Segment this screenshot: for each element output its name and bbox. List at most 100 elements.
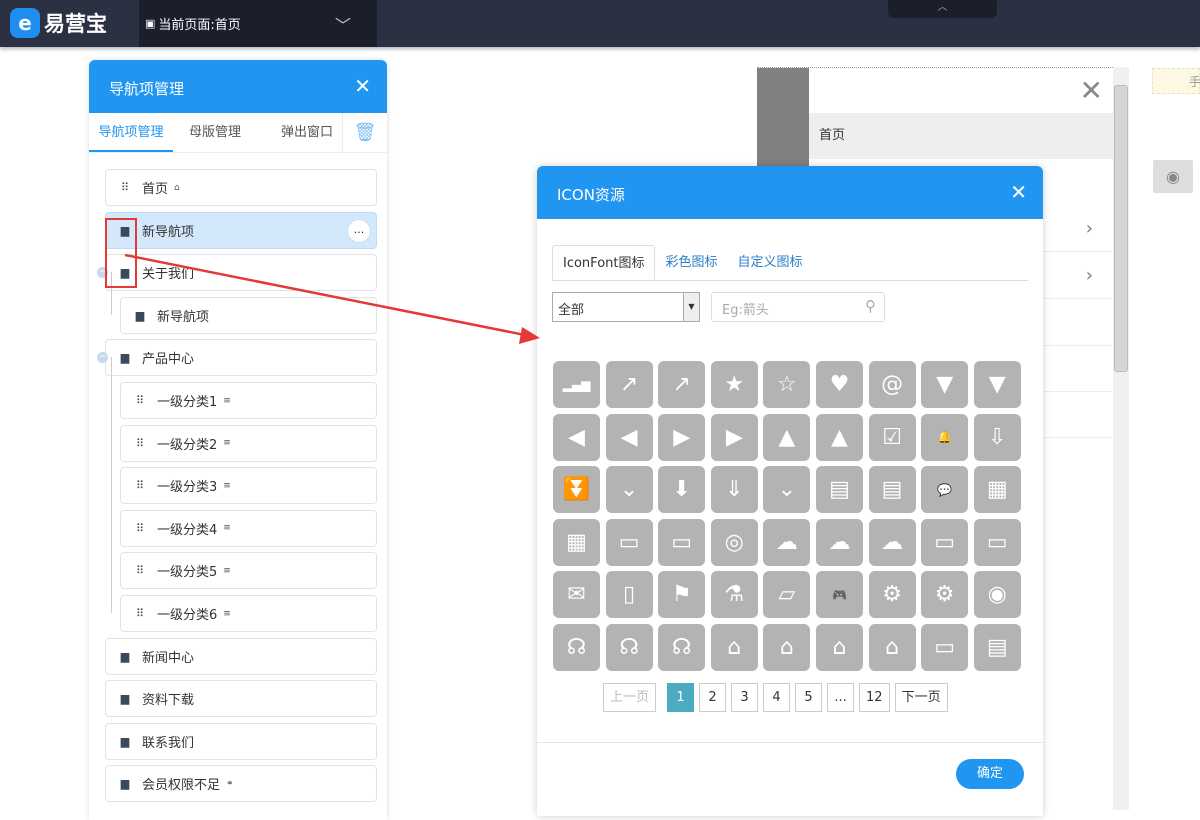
scrollbar-thumb[interactable]	[1114, 85, 1128, 372]
page-button[interactable]: 12	[859, 683, 890, 712]
id-card-outline-icon[interactable]: ▭	[658, 518, 706, 566]
tab-custom-icons[interactable]: 自定义图标	[728, 245, 813, 280]
icon-search-input[interactable]: Eg:箭头 ⚲	[711, 292, 885, 322]
home-icon[interactable]: ⌂	[710, 623, 758, 671]
arrow-up-fancy-icon[interactable]: ▲	[763, 413, 811, 461]
triangle-right-icon[interactable]: ▶	[710, 413, 758, 461]
nav-tree-item[interactable]: ⠿ 一级分类4 ≡	[120, 509, 377, 547]
page-button[interactable]: 4	[763, 683, 791, 712]
search-icon[interactable]: ⚲	[865, 297, 876, 315]
double-chevron-down-icon[interactable]: ⏬	[553, 466, 600, 514]
nav-tree-item[interactable]: ▆ 产品中心	[105, 339, 377, 377]
triangle-down-icon[interactable]: ▼	[973, 361, 1021, 408]
tab-iconfont[interactable]: IconFont图标	[552, 245, 656, 280]
arrow-left-fancy-icon[interactable]: ◀	[553, 413, 600, 461]
folder-open-icon[interactable]: ▱	[763, 571, 811, 619]
monitor-icon[interactable]: ▭	[921, 518, 969, 566]
prev-page-button[interactable]: 上一页	[603, 683, 657, 712]
nav-tree-item[interactable]: ▆ 新闻中心	[105, 637, 377, 675]
at-icon[interactable]: @	[868, 361, 916, 408]
arrow-down-dashed-icon[interactable]: ⇓	[710, 466, 758, 514]
star-plus-outline-icon[interactable]: ☆	[763, 361, 811, 408]
star-plus-icon[interactable]: ★	[710, 361, 758, 408]
badge-icon[interactable]: ◎	[710, 518, 758, 566]
chevron-down-icon[interactable]: ⌄	[763, 466, 811, 514]
chart-up-alt-icon[interactable]: ↗	[658, 361, 706, 408]
cloud-upload-icon[interactable]: ☁	[815, 518, 863, 566]
page-button[interactable]: ...	[827, 683, 855, 712]
monitor-alt-icon[interactable]: ▭	[973, 518, 1021, 566]
home-heart-icon[interactable]: ⌂	[868, 623, 916, 671]
page-button[interactable]: 5	[795, 683, 823, 712]
gamepad-icon[interactable]: 🎮	[815, 571, 863, 619]
more-options-button[interactable]: ...	[347, 218, 371, 243]
calendar-alt-icon[interactable]: ▦	[553, 518, 600, 566]
tab-master-management[interactable]: 母版管理	[173, 113, 257, 152]
current-page-selector[interactable]: ▣ 当前页面:首页 ﹀	[139, 0, 377, 47]
double-chevron-down-outline-icon[interactable]: ⌄	[605, 466, 653, 514]
briefcase-outline-icon[interactable]: ▤	[868, 466, 916, 514]
tab-popup-window[interactable]: 弹出窗口	[265, 113, 349, 152]
confirm-button[interactable]: 确定	[956, 759, 1024, 789]
page-button[interactable]: 1	[667, 683, 695, 712]
envelope-icon[interactable]: ✉	[553, 571, 600, 619]
tab-nav-management[interactable]: 导航项管理	[89, 113, 173, 152]
nav-tree-item[interactable]: ⠿ 一级分类3 ≡	[120, 467, 377, 505]
briefcase-check-icon[interactable]: ☑	[868, 413, 916, 461]
bell-icon[interactable]: 🔔	[921, 413, 969, 461]
next-page-button[interactable]: 下一页	[894, 683, 948, 712]
nav-tree-item[interactable]: ▆ 会员权限不足 ⚭	[105, 765, 377, 803]
cloud-code-outline-icon[interactable]: ☁	[868, 518, 916, 566]
headset-alt-icon[interactable]: ☊	[658, 623, 706, 671]
nav-tree-item[interactable]: ⠿ 一级分类2 ≡	[120, 424, 377, 462]
nav-tree-item[interactable]: ⠿ 首页 ⌂	[105, 169, 377, 206]
bar-chart-icon[interactable]: ▂▄▆	[553, 361, 600, 408]
calendar-icon[interactable]: ▦	[973, 466, 1021, 514]
triangle-left-icon[interactable]: ◀	[605, 413, 653, 461]
collapse-toolbar-tab[interactable]: ︿	[888, 0, 997, 18]
nav-tree-item[interactable]: ⠿ 一级分类5 ≡	[120, 552, 377, 590]
flag-icon[interactable]: ⚑	[658, 571, 706, 619]
inbox-icon[interactable]: ▭	[921, 623, 969, 671]
trash-icon[interactable]: 🗑	[342, 113, 387, 153]
flask-icon[interactable]: ⚗	[710, 571, 758, 619]
heart-icon[interactable]: ♥	[815, 361, 863, 408]
page-button[interactable]: 3	[731, 683, 759, 712]
arrow-right-fancy-icon[interactable]: ▶	[658, 413, 706, 461]
category-select[interactable]: 全部 ▼	[552, 292, 700, 322]
close-icon[interactable]: ✕	[354, 74, 371, 98]
nav-tree-item[interactable]: ⠿ 一级分类1 ≡	[120, 382, 377, 419]
home-alt-icon[interactable]: ⌂	[763, 623, 811, 671]
id-card-icon[interactable]: ▭	[605, 518, 653, 566]
home-outline-icon[interactable]: ⌂	[815, 623, 863, 671]
nav-tree-item[interactable]: ▆ 联系我们	[105, 722, 377, 760]
archive-icon[interactable]: ▤	[973, 623, 1021, 671]
gears-icon[interactable]: ⚙	[868, 571, 916, 619]
headset-icon[interactable]: ☊	[553, 623, 600, 671]
arrow-down-outline-icon[interactable]: ⇩	[973, 413, 1021, 461]
close-icon[interactable]: ✕	[1080, 74, 1103, 107]
headphones-icon[interactable]: ☊	[605, 623, 653, 671]
arrow-down-fancy-icon[interactable]: ▼	[921, 361, 969, 408]
globe-icon[interactable]: ◉	[973, 571, 1021, 619]
tab-color-icons[interactable]: 彩色图标	[655, 245, 727, 280]
nav-tree-item[interactable]: ▆ 关于我们	[105, 254, 377, 292]
arrow-down-icon[interactable]: ⬇	[658, 466, 706, 514]
briefcase-icon[interactable]: ▤	[815, 466, 863, 514]
eye-icon[interactable]: ◉	[1153, 160, 1193, 193]
gear-icon[interactable]: ⚙	[921, 571, 969, 619]
nav-tree-item[interactable]: ▆ 资料下载	[105, 680, 377, 718]
preview-scrollbar[interactable]	[1113, 67, 1129, 810]
chart-up-icon[interactable]: ↗	[605, 361, 653, 408]
close-icon[interactable]: ✕	[1010, 180, 1027, 204]
nav-tree-item[interactable]: ▆ 新导航项...	[105, 211, 377, 249]
preview-menu-item[interactable]: 首页	[809, 113, 1113, 159]
page-button[interactable]: 2	[699, 683, 727, 712]
nav-tree-item[interactable]: ▆ 新导航项	[120, 296, 377, 334]
chat-icon[interactable]: 💬	[921, 466, 969, 514]
cloud-code-icon[interactable]: ☁	[763, 518, 811, 566]
nav-tree-item[interactable]: ⠿ 一级分类6 ≡	[120, 595, 377, 632]
triangle-up-icon[interactable]: ▲	[815, 413, 863, 461]
logo[interactable]: e 易营宝	[10, 8, 107, 38]
map-icon[interactable]: ▯	[605, 571, 653, 619]
